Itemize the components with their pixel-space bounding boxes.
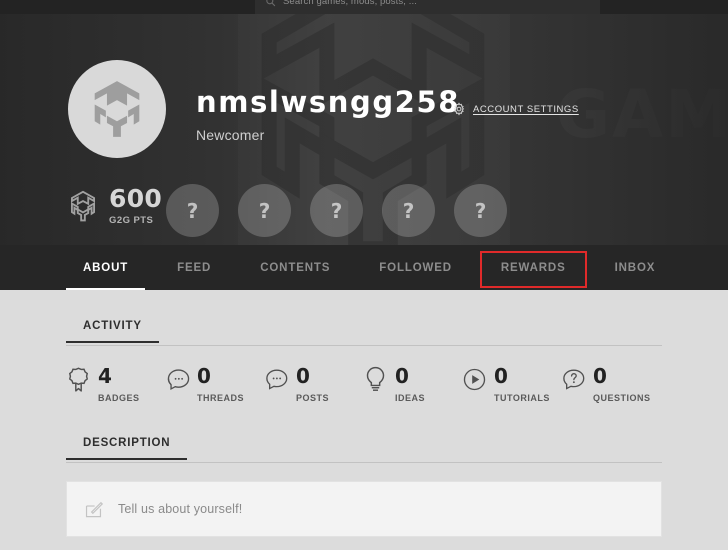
- stat-threads[interactable]: 0 THREADS: [165, 366, 264, 403]
- account-settings-label: ACCOUNT SETTINGS: [473, 103, 579, 115]
- description-divider: [66, 462, 662, 463]
- points-label: G2G PTS: [109, 215, 154, 226]
- stat-value: 0: [197, 364, 211, 388]
- activity-stats: 4 BADGES 0 THREADS 0 POSTS 0 IDEAS 0 TUT…: [66, 366, 662, 403]
- global-top-bar: Search games, mods, posts, ...: [0, 0, 728, 14]
- tab-about[interactable]: ABOUT: [66, 245, 146, 290]
- stat-value: 0: [593, 364, 607, 388]
- locked-badge[interactable]: ?: [310, 184, 363, 237]
- description-title: DESCRIPTION: [66, 437, 188, 460]
- locked-badge[interactable]: ?: [382, 184, 435, 237]
- global-search-input[interactable]: Search games, mods, posts, ...: [283, 0, 417, 7]
- account-settings-link[interactable]: ACCOUNT SETTINGS: [452, 102, 579, 116]
- stat-ideas[interactable]: 0 IDEAS: [363, 366, 462, 403]
- locked-badge[interactable]: ?: [166, 184, 219, 237]
- stat-label: TUTORIALS: [494, 393, 550, 403]
- badge-ribbon-icon: [68, 367, 89, 392]
- stat-questions[interactable]: 0 QUESTIONS: [561, 366, 660, 403]
- stat-value: 0: [494, 364, 508, 388]
- profile-banner: GAM nmslwsngg258 Newcomer ACCOUNT SETTIN…: [0, 14, 728, 245]
- stat-tutorials[interactable]: 0 TUTORIALS: [462, 366, 561, 403]
- global-search-box[interactable]: Search games, mods, posts, ...: [255, 0, 600, 14]
- user-rank: Newcomer: [196, 127, 265, 143]
- profile-content: ACTIVITY 4 BADGES 0 THREADS 0 POSTS 0 ID…: [0, 290, 728, 550]
- cube-points-icon: [71, 190, 95, 222]
- points-value: 600: [109, 184, 163, 213]
- description-section-header: DESCRIPTION: [66, 433, 662, 463]
- activity-title: ACTIVITY: [66, 320, 159, 343]
- posts-bubble-icon: [266, 369, 288, 390]
- edit-pencil-icon: [85, 501, 103, 517]
- stat-value: 0: [296, 364, 310, 388]
- play-circle-icon: [463, 368, 486, 391]
- g2g-cube-logo-icon: [94, 81, 140, 137]
- tab-rewards[interactable]: REWARDS: [479, 245, 587, 290]
- username: nmslwsngg258: [196, 85, 461, 119]
- stat-value: 0: [395, 364, 409, 388]
- stat-posts[interactable]: 0 POSTS: [264, 366, 363, 403]
- gear-icon: [453, 102, 465, 116]
- tab-contents[interactable]: CONTENTS: [243, 245, 347, 290]
- tab-feed[interactable]: FEED: [160, 245, 228, 290]
- stat-label: QUESTIONS: [593, 393, 651, 403]
- locked-badge[interactable]: ?: [238, 184, 291, 237]
- stat-badges[interactable]: 4 BADGES: [66, 366, 165, 403]
- threads-bubble-icon: [167, 369, 190, 391]
- avatar[interactable]: [68, 60, 166, 158]
- stat-label: POSTS: [296, 393, 330, 403]
- tab-followed[interactable]: FOLLOWED: [362, 245, 469, 290]
- points-display: 600 G2G PTS: [66, 186, 162, 226]
- tab-inbox[interactable]: INBOX: [598, 245, 673, 290]
- stat-value: 4: [98, 364, 112, 388]
- activity-divider: [66, 345, 662, 346]
- stat-label: THREADS: [197, 393, 245, 403]
- search-icon: [266, 0, 276, 6]
- locked-badge[interactable]: ?: [454, 184, 507, 237]
- stat-label: BADGES: [98, 393, 140, 403]
- description-placeholder: Tell us about yourself!: [118, 502, 243, 516]
- question-bubble-icon: [563, 369, 585, 390]
- stat-label: IDEAS: [395, 393, 426, 403]
- profile-tab-bar: ABOUT FEED CONTENTS FOLLOWED REWARDS INB…: [0, 245, 728, 290]
- description-input[interactable]: Tell us about yourself!: [66, 481, 662, 537]
- lightbulb-icon: [366, 366, 385, 391]
- activity-section-header: ACTIVITY: [66, 316, 662, 346]
- locked-badges-row: ? ? ? ? ?: [166, 184, 507, 237]
- profile-identity: nmslwsngg258 Newcomer: [196, 85, 461, 144]
